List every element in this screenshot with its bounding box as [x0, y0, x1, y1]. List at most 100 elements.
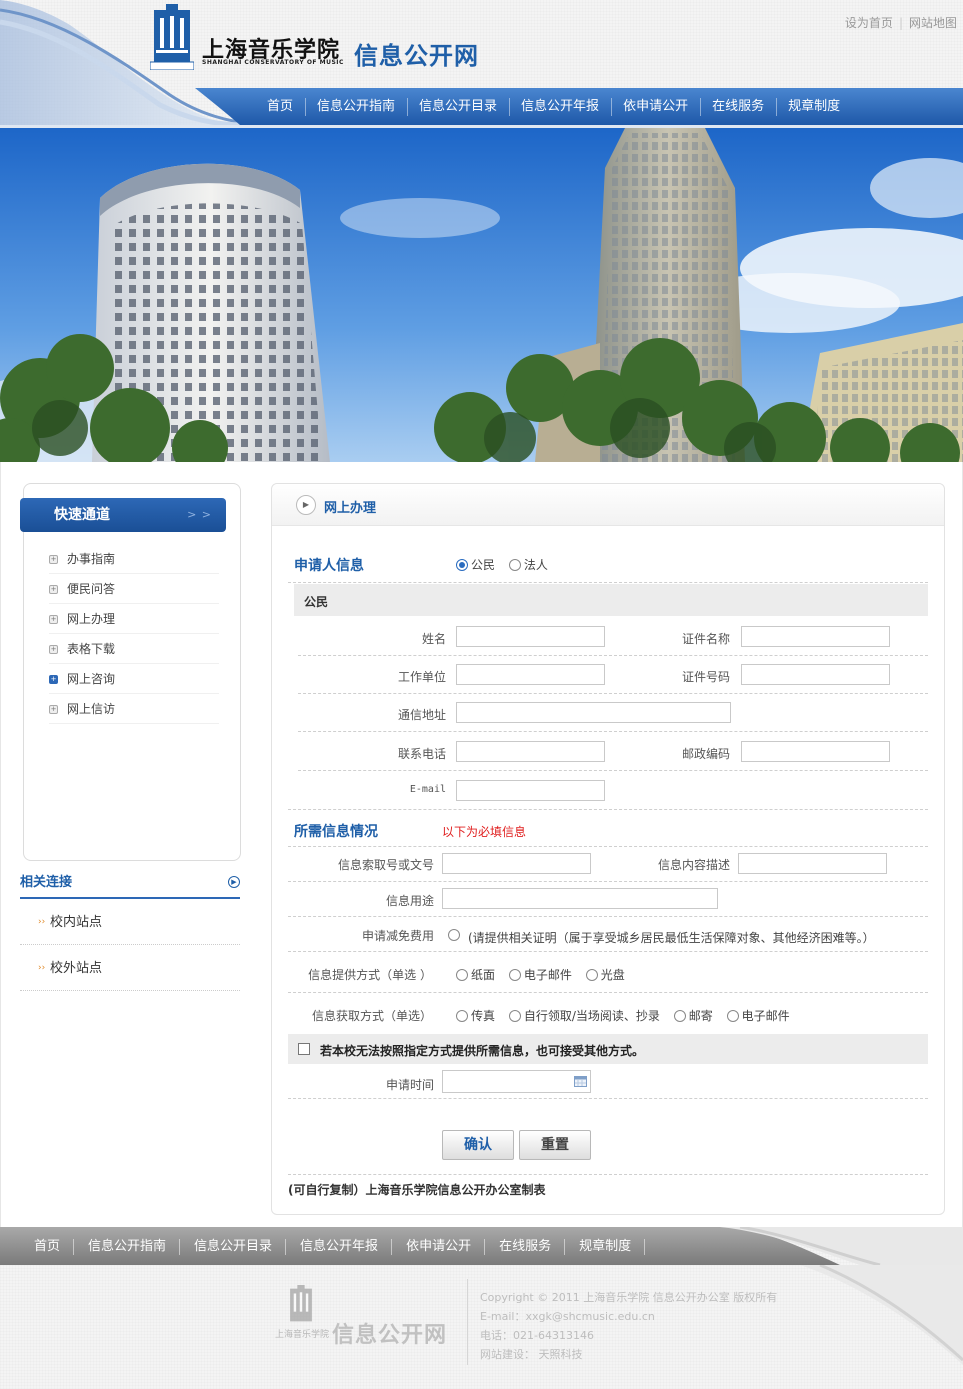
citizen-subsection-title: 公民 [304, 595, 329, 609]
applicant-type-citizen[interactable]: 公民 [456, 558, 495, 572]
set-homepage-link[interactable]: 设为首页 [839, 16, 899, 30]
quick-item-online-petition[interactable]: + 网上信访 [49, 694, 219, 724]
site-logo[interactable]: 上海音乐学院 SHANGHAI CONSERVATORY OF MUSIC 信息… [150, 4, 490, 70]
applicant-type-legal[interactable]: 法人 [508, 558, 548, 572]
radio-icon [448, 929, 460, 941]
calendar-icon[interactable] [574, 1075, 587, 1087]
provide-method-group: 纸面 电子邮件 光盘 [456, 966, 635, 983]
obtain-email-option[interactable]: 电子邮件 [726, 1009, 790, 1023]
obtain-mail-option[interactable]: 邮寄 [673, 1009, 713, 1023]
name-input[interactable] [456, 626, 605, 647]
fee-reduce-label: 申请减免费用 [361, 929, 434, 943]
nav-catalog[interactable]: 信息公开目录 [407, 88, 509, 125]
footer-email[interactable]: E-mail：xxgk@shcmusic.edu.cn [480, 1307, 777, 1326]
footer-logo-site-name: 信息公开网 [332, 1323, 448, 1348]
index-no-input[interactable] [442, 853, 591, 874]
logo-english-name: SHANGHAI CONSERVATORY OF MUSIC [202, 59, 344, 66]
radio-icon [673, 1010, 686, 1022]
divider [298, 731, 928, 732]
nav-online-service[interactable]: 在线服务 [700, 88, 776, 125]
quick-access-header: 快速通道 > > [20, 498, 226, 532]
plus-box-icon: + [49, 585, 58, 594]
other-way-checkbox[interactable] [298, 1042, 310, 1056]
address-input[interactable] [456, 702, 731, 723]
footer-nav-apply-disclosure[interactable]: 依申请公开 [392, 1227, 486, 1265]
form-footnote: (可自行复制）上海音乐学院信息公开办公室制表 [288, 1183, 546, 1197]
plus-box-icon: + [49, 555, 58, 564]
footer-nav-guide[interactable]: 信息公开指南 [74, 1227, 181, 1265]
plus-box-icon: + [49, 675, 58, 684]
nav-annual-report[interactable]: 信息公开年报 [509, 88, 611, 125]
footer-nav: 首页 信息公开指南 信息公开目录 信息公开年报 依申请公开 在线服务 规章制度 [0, 1227, 963, 1265]
chevron-right-icon: ›› [38, 963, 46, 973]
footer-nav-online-service[interactable]: 在线服务 [485, 1227, 566, 1265]
index-no-label: 信息索取号或文号 [337, 858, 434, 872]
nav-regulations[interactable]: 规章制度 [776, 88, 852, 125]
sitemap-link[interactable]: 网站地图 [903, 16, 963, 30]
usage-input[interactable] [442, 888, 718, 909]
radio-selected-icon [456, 559, 468, 571]
footer-nav-regulations[interactable]: 规章制度 [565, 1227, 646, 1265]
required-note: 以下为必填信息 [442, 825, 527, 839]
circle-arrow-icon[interactable]: ▶ [228, 876, 240, 888]
divider [298, 655, 928, 656]
cert-name-input[interactable] [741, 626, 890, 647]
phone-input[interactable] [456, 741, 605, 762]
radio-icon [508, 969, 521, 981]
plus-box-icon: + [49, 705, 58, 714]
radio-icon [585, 969, 598, 981]
provide-cd-option[interactable]: 光盘 [585, 968, 625, 982]
divider [288, 916, 928, 917]
footer-nav-annual-report[interactable]: 信息公开年报 [286, 1227, 393, 1265]
reset-button[interactable]: 重置 [519, 1130, 591, 1160]
divider [288, 846, 928, 847]
content-desc-input[interactable] [738, 853, 887, 874]
apply-time-label: 申请时间 [385, 1078, 434, 1092]
divider [288, 992, 928, 993]
radio-icon [508, 1010, 521, 1022]
content-desc-label: 信息内容描述 [657, 858, 730, 872]
work-unit-label: 工作单位 [397, 670, 446, 684]
footer-nav-home[interactable]: 首页 [20, 1227, 75, 1265]
play-circle-icon: ▶ [296, 495, 316, 515]
fee-reduce-option[interactable] [448, 928, 463, 942]
quick-item-guide[interactable]: + 办事指南 [49, 544, 219, 574]
radio-icon [456, 969, 468, 981]
obtain-fax-option[interactable]: 传真 [456, 1009, 495, 1023]
cert-name-label: 证件名称 [681, 632, 730, 646]
related-item-external[interactable]: ›› 校外站点 [20, 946, 240, 991]
divider [288, 809, 928, 810]
divider [288, 1174, 928, 1175]
footer-nav-catalog[interactable]: 信息公开目录 [180, 1227, 287, 1265]
confirm-button[interactable]: 确认 [442, 1130, 514, 1160]
fee-reduce-note: (请提供相关证明（属于享受城乡居民最低生活保障对象、其他经济困难等。） [468, 931, 875, 945]
cert-no-input[interactable] [741, 664, 890, 685]
quick-item-online-consult[interactable]: + 网上咨询 [49, 664, 219, 694]
quick-item-form-download[interactable]: + 表格下载 [49, 634, 219, 664]
top-links: 设为首页 | 网站地图 [839, 14, 963, 31]
address-label: 通信地址 [397, 708, 446, 722]
double-arrow-icon: > > [187, 508, 212, 521]
nav-apply-disclosure[interactable]: 依申请公开 [611, 88, 700, 125]
nav-guide[interactable]: 信息公开指南 [305, 88, 407, 125]
content-area: 快速通道 > > + 办事指南 + 便民问答 + 网上办理 + 表格下载 + 网上咨询 +… [0, 462, 963, 1227]
related-item-internal[interactable]: ›› 校内站点 [20, 900, 240, 945]
online-handle-panel: ▶ 网上办理 申请人信息 公民 法人 公民 姓名 证件名称 工作单位 证件号码 … [271, 483, 945, 1215]
nav-home[interactable]: 首页 [255, 88, 305, 125]
email-input[interactable] [456, 780, 605, 801]
apply-time-input[interactable] [442, 1070, 591, 1093]
provide-paper-option[interactable]: 纸面 [456, 968, 495, 982]
footer-copyright: Copyright © 2011 上海音乐学院 信息公开办公室 版权所有 [480, 1291, 778, 1304]
postcode-input[interactable] [741, 741, 890, 762]
quick-item-faq[interactable]: + 便民问答 [49, 574, 219, 604]
work-unit-input[interactable] [456, 664, 605, 685]
plus-box-icon: + [49, 645, 58, 654]
quick-access-title: 快速通道 [54, 507, 110, 523]
logo-site-name: 信息公开网 [354, 42, 479, 70]
quick-item-online-handle[interactable]: + 网上办理 [49, 604, 219, 634]
conservatory-crest-icon [290, 1285, 312, 1322]
obtain-self-collect-option[interactable]: 自行领取/当场阅读、抄录 [508, 1009, 660, 1023]
radio-icon [726, 1010, 739, 1022]
obtain-method-label: 信息获取方式（单选） [311, 1009, 432, 1023]
provide-email-option[interactable]: 电子邮件 [508, 968, 572, 982]
